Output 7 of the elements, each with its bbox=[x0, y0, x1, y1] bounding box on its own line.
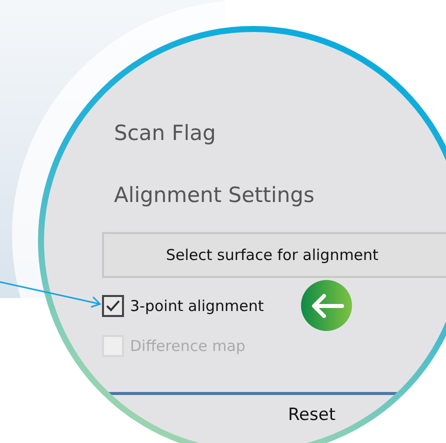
checkbox[interactable] bbox=[102, 295, 124, 317]
section-heading: Scan Flag bbox=[113, 120, 217, 147]
checkbox-label: Difference map bbox=[130, 337, 246, 355]
checkbox-label: 3-point alignment bbox=[130, 297, 264, 315]
section-heading: Alignment Settings bbox=[113, 182, 316, 209]
check-icon bbox=[105, 299, 121, 313]
select-surface-button[interactable]: Select surface for alignment bbox=[102, 232, 446, 278]
